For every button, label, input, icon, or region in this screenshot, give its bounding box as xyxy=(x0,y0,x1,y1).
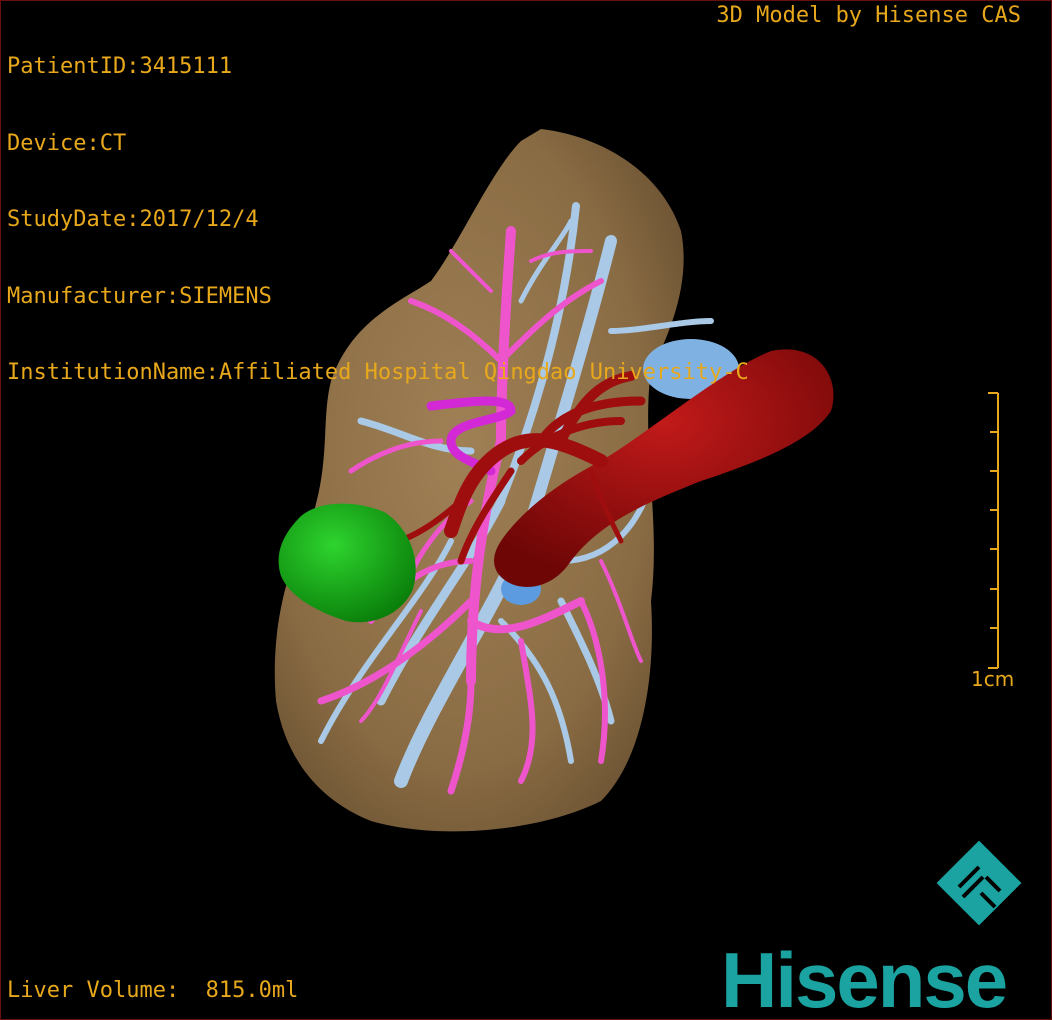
hisense-logo-mark xyxy=(936,840,1022,926)
device-text: Device:CT xyxy=(7,130,127,156)
3d-viewport[interactable]: PatientID:3415111 Device:CT StudyDate:20… xyxy=(0,0,1052,1020)
study-date-text: StudyDate:2017/12/4 xyxy=(7,207,259,232)
institution-text: InstitutionName:Affiliated Hospital Qing… xyxy=(7,360,749,385)
scale-bar xyxy=(988,392,999,669)
liver-volume-text: Liver Volume: 815.0ml xyxy=(7,978,299,1003)
scale-bar-label: 1cm xyxy=(971,667,1015,691)
model-credit-text: 3D Model by Hisense CAS xyxy=(716,3,1021,28)
patient-id-text: PatientID:3415111 xyxy=(7,54,233,79)
manufacturer-text: Manufacturer:SIEMENS xyxy=(7,283,272,309)
hisense-wordmark: Hisense xyxy=(721,936,1008,1020)
dicom-info-overlay: PatientID:3415111 Device:CT StudyDate:20… xyxy=(7,3,749,437)
